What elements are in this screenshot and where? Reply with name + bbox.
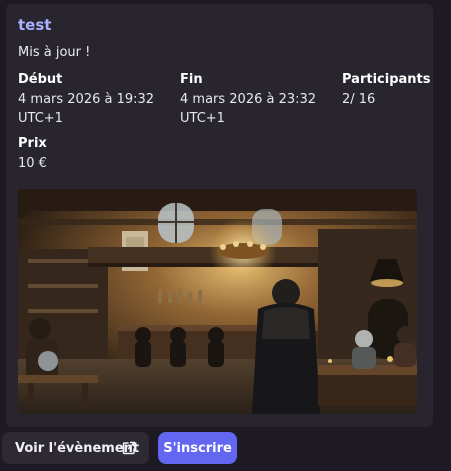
price-value: 10 €: [18, 156, 47, 171]
external-link-icon: [121, 440, 137, 460]
start-section: Début 4 mars 2026 à 19:32 UTC+1: [18, 72, 154, 128]
end-value-date: 4 mars 2026 à 23:32: [180, 92, 317, 107]
event-card: test Mis à jour ! Début 4 mars 2026 à 19…: [6, 4, 433, 427]
register-button[interactable]: S'inscrire: [158, 432, 237, 464]
participants-label: Participants: [342, 72, 431, 87]
participants-section: Participants 2/ 16: [342, 72, 430, 109]
view-event-button[interactable]: Voir l'évènement: [2, 432, 149, 464]
price-section: Prix 10 €: [18, 136, 47, 173]
end-section: Fin 4 mars 2026 à 23:32 UTC+1: [180, 72, 316, 128]
start-value-timezone: UTC+1: [18, 111, 63, 126]
event-subtitle: Mis à jour !: [18, 45, 91, 60]
start-label: Début: [18, 72, 63, 87]
event-title[interactable]: test: [18, 16, 51, 34]
end-label: Fin: [180, 72, 203, 87]
price-label: Prix: [18, 136, 47, 151]
end-value-timezone: UTC+1: [180, 111, 225, 126]
start-value-date: 4 mars 2026 à 19:32: [18, 92, 155, 107]
participants-value: 2/ 16: [342, 92, 376, 107]
event-image: [18, 189, 417, 414]
